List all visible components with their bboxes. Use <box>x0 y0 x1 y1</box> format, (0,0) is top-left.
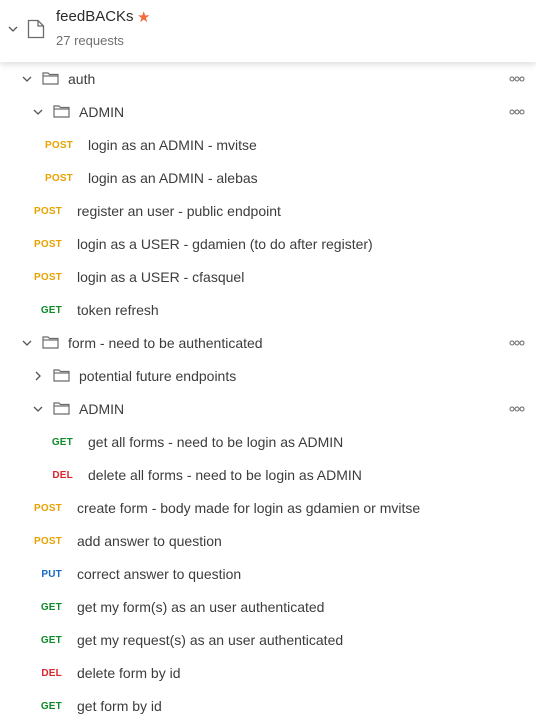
request-label: correct answer to question <box>77 566 242 582</box>
request-label: register an user - public endpoint <box>77 203 281 219</box>
method-badge-put: PUT <box>41 569 62 580</box>
request-label: delete all forms - need to be login as A… <box>88 467 362 483</box>
method-badge-del: DEL <box>41 668 62 679</box>
chevron-down-icon[interactable] <box>32 106 44 118</box>
request-label: login as an ADMIN - alebas <box>88 170 258 186</box>
method-badge-get: GET <box>40 305 62 316</box>
request-row[interactable]: POST register an user - public endpoint <box>0 194 536 227</box>
request-label: token refresh <box>77 302 159 318</box>
request-label: get my form(s) as an user authenticated <box>77 599 325 615</box>
request-label: login as an ADMIN - mvitse <box>88 137 257 153</box>
request-label: add answer to question <box>77 533 222 549</box>
method-badge-post: POST <box>33 206 62 217</box>
request-row[interactable]: POST create form - body made for login as… <box>0 491 536 524</box>
request-row[interactable]: POST login as an ADMIN - alebas <box>0 161 536 194</box>
method-badge-get: GET <box>40 635 62 646</box>
method-badge-post: POST <box>44 173 73 184</box>
request-label: get form by id <box>77 698 162 714</box>
method-badge-post: POST <box>33 272 62 283</box>
chevron-right-icon[interactable] <box>32 370 44 382</box>
folder-row[interactable]: potential future endpoints <box>0 359 536 392</box>
request-row[interactable]: POST login as a USER - cfasquel <box>0 260 536 293</box>
collection-icon <box>27 19 45 39</box>
folder-row[interactable]: ADMIN <box>0 392 536 425</box>
request-row[interactable]: POST login as a USER - gdamien (to do aft… <box>0 227 536 260</box>
request-label: create form - body made for login as gda… <box>77 500 421 516</box>
folder-icon <box>42 71 59 85</box>
star-icon[interactable]: ★ <box>137 8 150 26</box>
request-row[interactable]: GET get all forms - need to be login as A… <box>0 425 536 458</box>
folder-label: form - need to be authenticated <box>68 335 263 351</box>
more-options-icon[interactable] <box>509 76 525 82</box>
method-badge-get: GET <box>51 437 73 448</box>
folder-icon <box>53 401 70 415</box>
more-options-icon[interactable] <box>509 109 525 115</box>
folder-label: ADMIN <box>79 104 125 120</box>
request-row[interactable]: DEL delete form by id <box>0 656 536 689</box>
folder-label: auth <box>68 71 96 87</box>
request-row[interactable]: POST add answer to question <box>0 524 536 557</box>
chevron-down-icon[interactable] <box>7 23 19 35</box>
more-options-icon[interactable] <box>509 340 525 346</box>
request-row[interactable]: GET get my request(s) as an user authenti… <box>0 623 536 656</box>
more-options-icon[interactable] <box>509 406 525 412</box>
request-row[interactable]: GET token refresh <box>0 293 536 326</box>
request-label: get my request(s) as an user authenticat… <box>77 632 344 648</box>
folder-row[interactable]: form - need to be authenticated <box>0 326 536 359</box>
method-badge-get: GET <box>40 602 62 613</box>
request-label: login as a USER - cfasquel <box>77 269 245 285</box>
collection-header[interactable]: feedBACKs ★ 27 requests <box>0 0 536 62</box>
method-badge-post: POST <box>33 503 62 514</box>
method-badge-del: DEL <box>52 470 73 481</box>
request-row[interactable]: DEL delete all forms - need to be login a… <box>0 458 536 491</box>
folder-icon <box>53 104 70 118</box>
chevron-down-icon[interactable] <box>32 403 44 415</box>
request-label: delete form by id <box>77 665 181 681</box>
chevron-down-icon[interactable] <box>21 337 33 349</box>
request-label: login as a USER - gdamien (to do after r… <box>77 236 373 252</box>
method-badge-post: POST <box>33 239 62 250</box>
folder-icon <box>53 368 70 382</box>
folder-row[interactable]: auth <box>0 62 536 95</box>
method-badge-get: GET <box>40 701 62 712</box>
request-count: 27 requests <box>56 33 124 48</box>
request-row[interactable]: PUT correct answer to question <box>0 557 536 590</box>
request-label: get all forms - need to be login as ADMI… <box>88 434 344 450</box>
folder-row[interactable]: ADMIN <box>0 95 536 128</box>
folder-icon <box>42 335 59 349</box>
chevron-down-icon[interactable] <box>21 73 33 85</box>
folder-label: potential future endpoints <box>79 368 237 384</box>
request-row[interactable]: POST login as an ADMIN - mvitse <box>0 128 536 161</box>
method-badge-post: POST <box>33 536 62 547</box>
request-row[interactable]: GET get my form(s) as an user authenticat… <box>0 590 536 623</box>
request-row[interactable]: GET get form by id <box>0 689 536 722</box>
folder-label: ADMIN <box>79 401 125 417</box>
collection-title[interactable]: feedBACKs <box>56 8 134 25</box>
method-badge-post: POST <box>44 140 73 151</box>
